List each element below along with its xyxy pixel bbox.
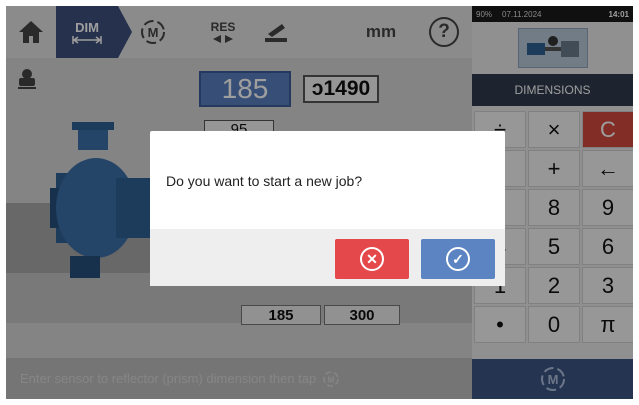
check-icon: ✓ [446,247,470,271]
new-job-dialog: Do you want to start a new job? ✕ ✓ [150,131,505,286]
dialog-footer: ✕ ✓ [150,229,505,286]
close-icon: ✕ [360,247,384,271]
app-window: DIM M RES mm ? 185 ɔ1490 95 185 300 Ente… [6,6,633,399]
dialog-message: Do you want to start a new job? [166,173,363,189]
confirm-button[interactable]: ✓ [421,239,495,279]
cancel-button[interactable]: ✕ [335,239,409,279]
